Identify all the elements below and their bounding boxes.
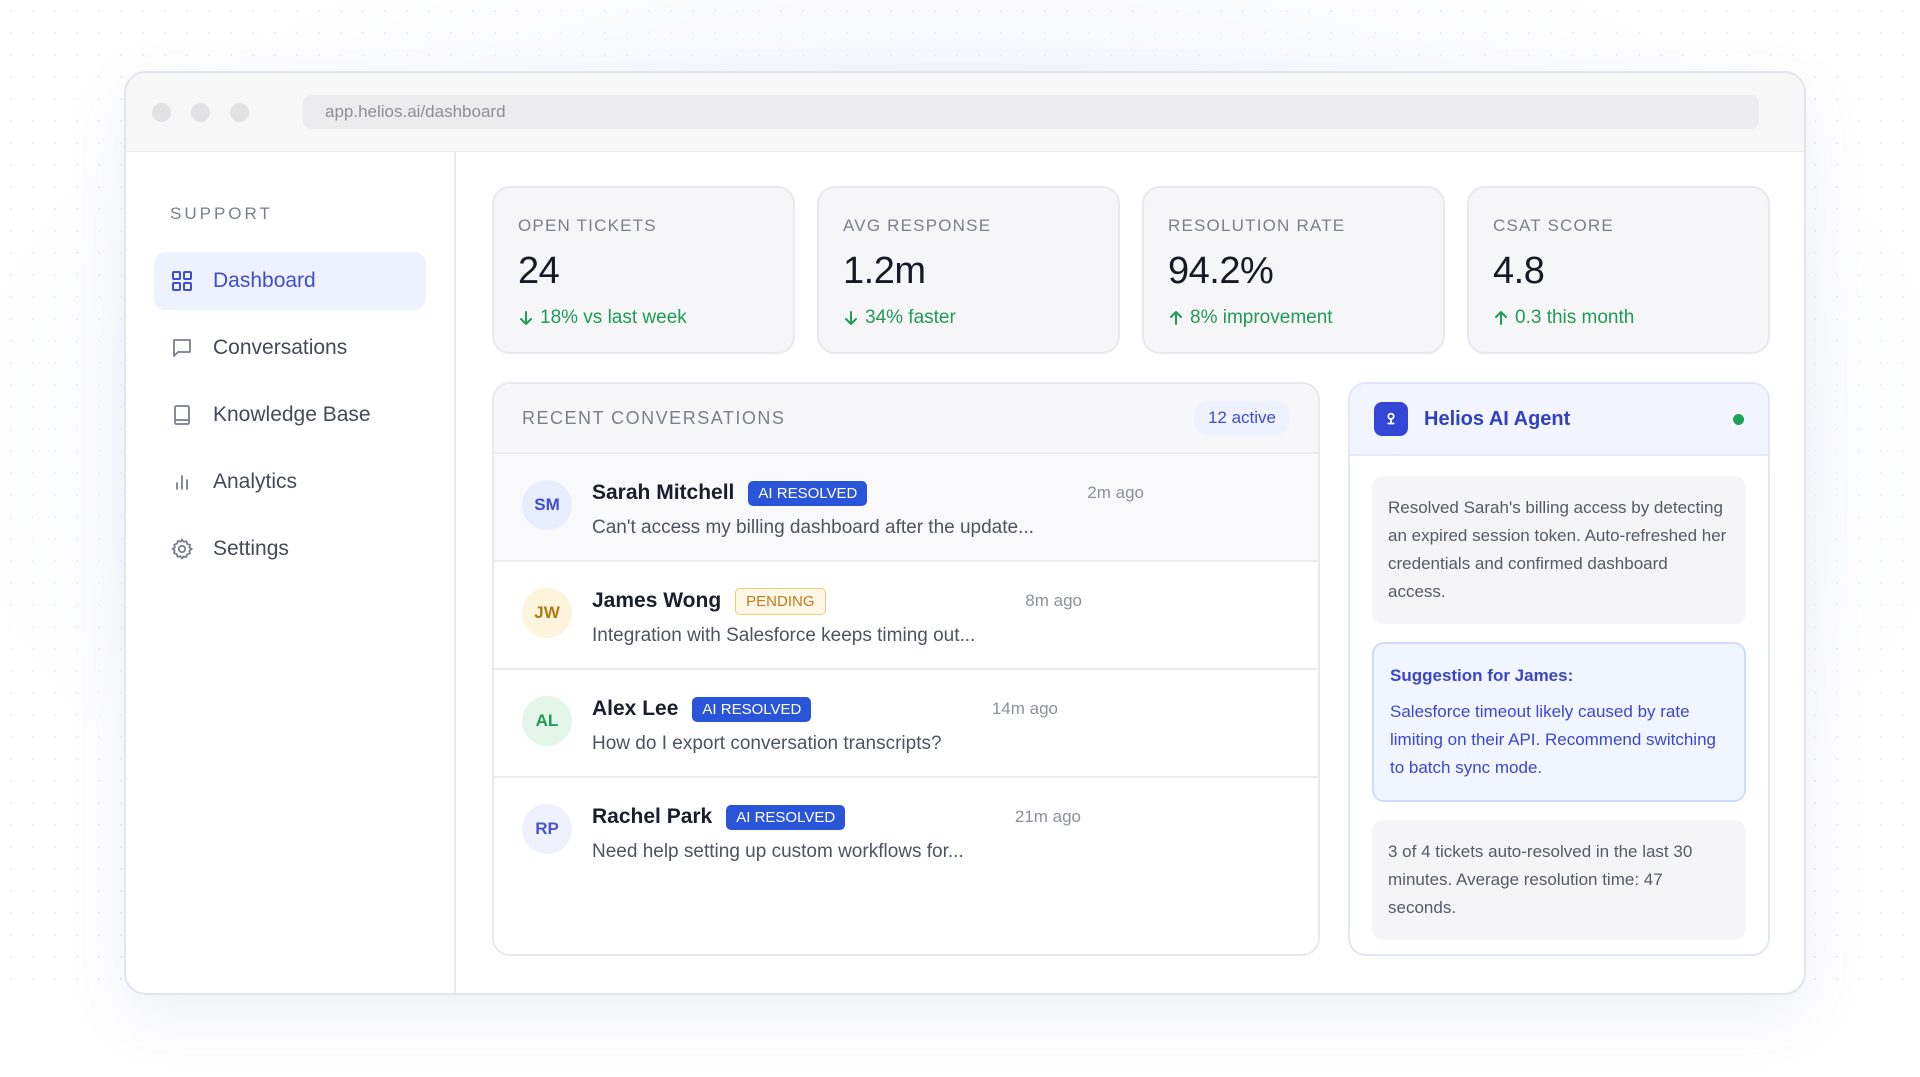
agent-name: Helios AI Agent <box>1424 407 1571 430</box>
stat-trend: 0.3 this month <box>1493 307 1744 329</box>
stat-trend: 8% improvement <box>1168 307 1419 329</box>
message-preview: Integration with Salesforce keeps timing… <box>592 625 976 646</box>
stat-value: 24 <box>518 250 560 292</box>
window-minimize-dot[interactable] <box>191 102 210 122</box>
sidebar-item-label: Analytics <box>213 470 298 493</box>
window-maximize-dot[interactable] <box>230 102 249 122</box>
panel-title: RECENT CONVERSATIONS <box>522 407 786 428</box>
stat-trend-text: 34% faster <box>865 307 956 328</box>
timestamp: 21m ago <box>1014 807 1081 826</box>
message-preview: Can't access my billing dashboard after … <box>592 517 1034 538</box>
stat-trend-text: 8% improvement <box>1190 307 1333 328</box>
sidebar-item-label: Dashboard <box>213 269 316 292</box>
bot-icon <box>1374 402 1408 436</box>
arrow-down-icon <box>845 311 857 325</box>
contact-name: James Wong <box>592 589 722 612</box>
avatar: RP <box>522 804 572 854</box>
stat-value: 4.8 <box>1493 250 1545 292</box>
sidebar-item-label: Knowledge Base <box>213 403 371 426</box>
book-icon <box>174 405 190 425</box>
browser-window: app.helios.ai/dashboard SUPPORT Dashboar… <box>124 71 1806 995</box>
grid-icon <box>172 271 192 291</box>
stats-row: OPEN TICKETS 24 18% vs last week AVG RES… <box>492 186 1770 354</box>
status-badge: AI RESOLVED <box>692 696 812 722</box>
message-preview: How do I export conversation transcripts… <box>592 733 942 754</box>
contact-name: Sarah Mitchell <box>592 481 735 504</box>
stat-label: OPEN TICKETS <box>518 216 657 235</box>
timestamp: 14m ago <box>991 699 1058 718</box>
conversation-row[interactable]: SM Sarah Mitchell AI RESOLVED 2m ago Can… <box>494 454 1318 562</box>
panel-header: RECENT CONVERSATIONS 12 active <box>494 384 1318 454</box>
timestamp: 8m ago <box>1025 591 1082 610</box>
stat-trend: 34% faster <box>843 307 1094 329</box>
avatar: AL <box>522 696 572 746</box>
browser-titlebar: app.helios.ai/dashboard <box>126 73 1804 152</box>
sidebar-item-dashboard[interactable]: Dashboard <box>154 252 426 310</box>
stat-label: CSAT SCORE <box>1493 216 1614 235</box>
suggestion-title: Suggestion for James: <box>1390 666 1574 685</box>
stat-label: AVG RESPONSE <box>843 216 992 235</box>
address-bar[interactable]: app.helios.ai/dashboard <box>303 95 1759 129</box>
stat-trend-text: 18% vs last week <box>540 307 687 328</box>
chat-icon <box>173 339 191 357</box>
stat-trend-text: 0.3 this month <box>1515 307 1635 328</box>
gear-icon <box>171 538 193 560</box>
recent-conversations-panel: RECENT CONVERSATIONS 12 active SM Sarah … <box>492 382 1320 956</box>
arrow-up-icon <box>1170 311 1182 325</box>
agent-activity-card: Resolved Sarah's billing access by detec… <box>1372 476 1746 624</box>
stat-label: RESOLUTION RATE <box>1168 216 1346 235</box>
stat-value: 1.2m <box>843 250 926 292</box>
sidebar-item-label: Conversations <box>213 336 348 359</box>
arrow-down-icon <box>520 311 532 325</box>
sidebar-item-settings[interactable]: Settings <box>154 520 426 578</box>
contact-name: Alex Lee <box>592 697 679 720</box>
stat-card-open-tickets: OPEN TICKETS 24 18% vs last week <box>492 186 795 354</box>
agent-summary-card: 3 of 4 tickets auto-resolved in the last… <box>1372 820 1746 940</box>
active-count-badge: 12 active <box>1193 401 1290 435</box>
agent-header: Helios AI Agent <box>1350 384 1768 456</box>
stat-card-resolution-rate: RESOLUTION RATE 94.2% 8% improvement <box>1142 186 1445 354</box>
agent-suggestion-card[interactable]: Suggestion for James: Salesforce timeout… <box>1372 642 1746 802</box>
window-close-dot[interactable] <box>152 102 171 122</box>
stat-card-csat-score: CSAT SCORE 4.8 0.3 this month <box>1467 186 1770 354</box>
sidebar-item-label: Settings <box>213 537 289 560</box>
avatar: JW <box>522 588 572 638</box>
sidebar: SUPPORT Dashboard Conversations Knowledg <box>126 152 456 993</box>
sidebar-item-analytics[interactable]: Analytics <box>154 453 426 511</box>
stat-trend: 18% vs last week <box>518 307 769 329</box>
sidebar-item-knowledge-base[interactable]: Knowledge Base <box>154 386 426 444</box>
sidebar-item-conversations[interactable]: Conversations <box>154 319 426 377</box>
avatar: SM <box>522 480 572 530</box>
bar-chart-icon <box>176 475 188 490</box>
online-status-dot <box>1733 413 1744 425</box>
main-content: OPEN TICKETS 24 18% vs last week AVG RES… <box>456 152 1804 993</box>
conversation-row[interactable]: JW James Wong PENDING 8m ago Integration… <box>494 562 1318 670</box>
stat-card-avg-response: AVG RESPONSE 1.2m 34% faster <box>817 186 1120 354</box>
stat-value: 94.2% <box>1168 250 1274 292</box>
conversation-row[interactable]: RP Rachel Park AI RESOLVED 21m ago Need … <box>494 778 1318 886</box>
message-preview: Need help setting up custom workflows fo… <box>592 841 964 862</box>
arrow-up-icon <box>1495 311 1507 325</box>
status-badge: AI RESOLVED <box>748 480 868 506</box>
suggestion-body: Salesforce timeout likely caused by rate… <box>1390 702 1716 777</box>
sidebar-section-title: SUPPORT <box>170 204 273 223</box>
ai-agent-panel: Helios AI Agent Resolved Sarah's billing… <box>1348 382 1770 956</box>
timestamp: 2m ago <box>1087 483 1144 502</box>
contact-name: Rachel Park <box>592 805 713 828</box>
conversation-row[interactable]: AL Alex Lee AI RESOLVED 14m ago How do I… <box>494 670 1318 778</box>
status-badge: AI RESOLVED <box>726 804 846 830</box>
status-badge: PENDING <box>735 587 826 615</box>
